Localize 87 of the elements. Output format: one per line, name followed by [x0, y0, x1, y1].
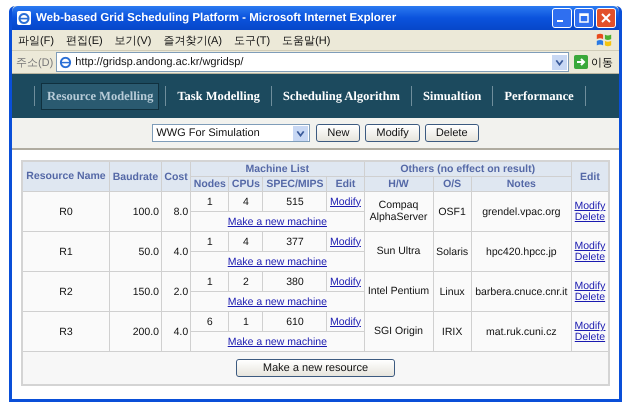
- nav-tab[interactable]: Scheduling Algorithm: [278, 84, 405, 108]
- table-cell: 377: [262, 232, 327, 252]
- column-header: Notes: [471, 176, 572, 192]
- table-cell: 1: [190, 272, 229, 292]
- close-icon: [601, 13, 611, 23]
- table-cell: Intel Pentium: [364, 272, 433, 312]
- table-cell: 4.0: [161, 232, 191, 272]
- nav-tab[interactable]: Task Modelling: [172, 84, 265, 108]
- table-cell: R1: [22, 232, 110, 272]
- column-header: Nodes: [190, 176, 229, 192]
- column-header: CPUs: [228, 176, 263, 192]
- table-cell: 2.0: [161, 272, 191, 312]
- table-cell: Solaris: [433, 232, 472, 272]
- windows-logo-icon: [595, 31, 613, 49]
- table-cell: hpc420.hpcc.jp: [471, 232, 572, 272]
- table-cell: IRIX: [433, 312, 472, 352]
- go-button[interactable]: 이동: [572, 54, 615, 70]
- action-link[interactable]: Delete: [574, 252, 606, 262]
- group-header: Machine List: [190, 161, 364, 176]
- table-cell: SGI Origin: [364, 312, 433, 352]
- table-cell: 6: [190, 312, 229, 332]
- nav-tab[interactable]: Resource Modelling: [41, 82, 160, 110]
- table-cell: 4: [228, 192, 263, 212]
- column-header: Cost: [161, 161, 191, 192]
- nav-tab[interactable]: Simualtion: [418, 84, 486, 108]
- table-cell: 1: [228, 312, 263, 332]
- column-header: Resource Name: [22, 161, 110, 192]
- table-cell: 4: [228, 232, 263, 252]
- action-link[interactable]: Modify: [574, 201, 606, 212]
- action-link[interactable]: Modify: [574, 241, 606, 252]
- action-link[interactable]: Delete: [574, 292, 606, 302]
- arrow-icon: [574, 55, 588, 69]
- nav-tab[interactable]: Performance: [499, 84, 579, 108]
- table-cell: 1: [190, 232, 229, 252]
- table-cell: 100.0: [109, 192, 162, 232]
- table-cell: 150.0: [109, 272, 162, 312]
- table-cell: OSF1: [433, 192, 472, 232]
- action-link[interactable]: Delete: [574, 332, 606, 342]
- action-link[interactable]: Delete: [574, 212, 606, 222]
- table-cell: R2: [22, 272, 110, 312]
- table-cell: mat.ruk.cuni.cz: [471, 312, 572, 352]
- table-cell: 1: [190, 192, 229, 212]
- menu-item[interactable]: 즐겨찾기(A): [163, 32, 222, 48]
- toolbar-button[interactable]: Modify: [365, 124, 420, 142]
- table-cell: 200.0: [109, 312, 162, 352]
- address-label: 주소(D): [16, 56, 54, 70]
- new-resource-button[interactable]: Make a new resource: [236, 359, 396, 377]
- table-cell: 380: [262, 272, 327, 292]
- toolbar-button[interactable]: New: [316, 124, 360, 142]
- menu-item[interactable]: 도구(T): [234, 32, 270, 48]
- table-cell: R3: [22, 312, 110, 352]
- menu-item[interactable]: 편집(E): [66, 32, 103, 48]
- window-title: Web-based Grid Scheduling Platform - Microsoft Internet Explorer: [36, 12, 398, 24]
- minimize-icon: [557, 20, 563, 22]
- table-cell: Linux: [433, 272, 472, 312]
- table-cell: 50.0: [109, 232, 162, 272]
- address-field[interactable]: http://gridsp.andong.ac.kr/wgridsp/: [56, 52, 569, 72]
- table-cell: 610: [262, 312, 327, 332]
- table-cell: 4.0: [161, 312, 191, 352]
- group-header: Others (no effect on result): [364, 161, 572, 176]
- action-link[interactable]: Modify: [574, 281, 606, 292]
- menu-item[interactable]: 도움말(H): [282, 32, 330, 48]
- minimize-button[interactable]: [552, 8, 572, 28]
- column-header: H/W: [364, 176, 433, 192]
- column-header: Edit: [571, 161, 609, 192]
- table-cell: barbera.cnuce.cnr.it: [471, 272, 572, 312]
- maximize-icon: [579, 13, 589, 23]
- resource-set-dropdown[interactable]: WWG For Simulation: [152, 124, 310, 142]
- column-header: SPEC/MIPS: [262, 176, 327, 192]
- table-cell: 2: [228, 272, 263, 292]
- column-header: O/S: [433, 176, 472, 192]
- table-cell: Compaq AlphaServer: [364, 192, 433, 232]
- table-cell: grendel.vpac.org: [471, 192, 572, 232]
- column-header: Edit: [326, 176, 364, 192]
- table-cell: R0: [22, 192, 110, 232]
- browser-icon: [17, 11, 31, 25]
- maximize-button[interactable]: [574, 8, 594, 28]
- menu-item[interactable]: 파일(F): [18, 32, 54, 48]
- table-cell: Sun Ultra: [364, 232, 433, 272]
- browser-icon: [59, 56, 72, 68]
- close-button[interactable]: [596, 8, 616, 28]
- menu-item[interactable]: 보기(V): [114, 32, 152, 48]
- table-cell: 515: [262, 192, 327, 212]
- toolbar-button[interactable]: Delete: [424, 124, 479, 142]
- table-cell: 8.0: [161, 192, 191, 232]
- column-header: Baudrate: [109, 161, 162, 192]
- action-link[interactable]: Modify: [574, 321, 606, 332]
